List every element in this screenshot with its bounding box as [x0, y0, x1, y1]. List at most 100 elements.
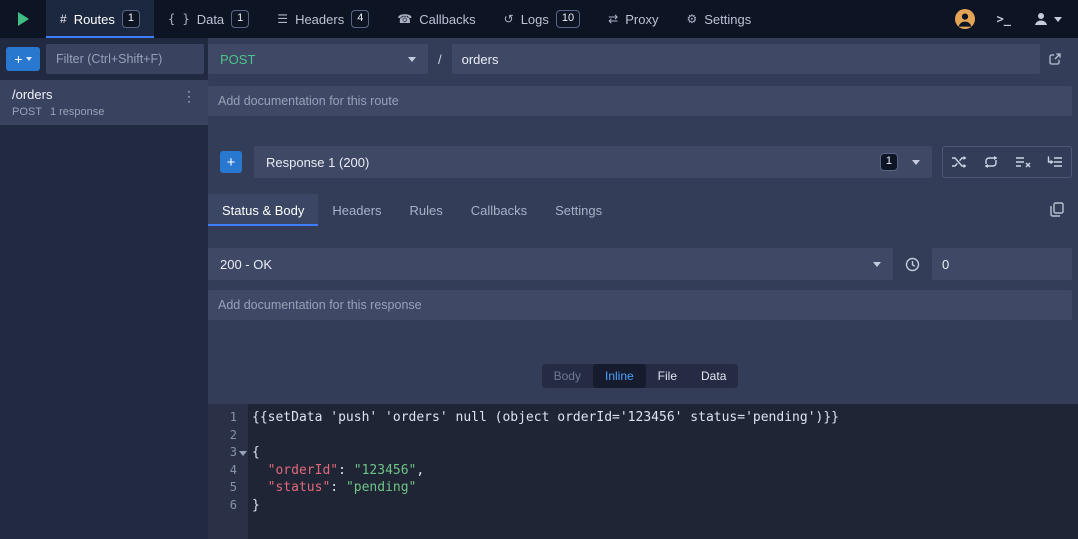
tab-logs-label: Logs — [521, 12, 549, 27]
tab-data[interactable]: { } Data 1 — [154, 0, 263, 38]
status-code-select[interactable]: 200 - OK — [208, 248, 893, 280]
tab-proxy[interactable]: ⇄ Proxy — [594, 0, 672, 38]
route-path: /orders — [12, 87, 178, 102]
command-palette-button[interactable]: >_ — [997, 12, 1011, 26]
json-string: "pending" — [346, 480, 416, 495]
callbacks-icon: ☎ — [397, 12, 412, 26]
add-route-button[interactable]: + — [6, 47, 40, 71]
body-row: /orders POST 1 response ⋮ + Response 1 (… — [0, 80, 1078, 539]
play-icon — [18, 12, 29, 26]
response-row: + Response 1 (200) 1 — [208, 146, 1072, 178]
code-text: { — [252, 445, 260, 460]
route-documentation-input[interactable] — [208, 86, 1072, 116]
code-text: {{setData 'push' 'orders' null (object o… — [252, 410, 839, 425]
route-path-input[interactable] — [452, 44, 1040, 74]
tab-rules[interactable]: Rules — [396, 194, 457, 226]
tab-response-callbacks[interactable]: Callbacks — [457, 194, 541, 226]
tab-headers-label: Headers — [295, 12, 344, 27]
response-mode-group — [942, 146, 1072, 178]
tab-logs[interactable]: ↺ Logs 10 — [490, 0, 595, 38]
fallback-icon — [1047, 155, 1063, 169]
editor-line: 3 { — [208, 444, 1078, 462]
data-icon: { } — [168, 12, 190, 26]
chevron-down-icon — [1054, 17, 1062, 22]
tab-response-settings[interactable]: Settings — [541, 194, 616, 226]
sequential-response-button[interactable] — [975, 147, 1007, 177]
tab-callbacks[interactable]: ☎ Callbacks — [383, 0, 489, 38]
body-mode-file[interactable]: File — [646, 364, 689, 388]
headers-count-badge: 4 — [351, 10, 369, 28]
editor-line: 4 "orderId": "123456", — [208, 462, 1078, 480]
topbar-tabs: # Routes 1 { } Data 1 ☰ Headers 4 ☎ Call… — [46, 0, 765, 38]
status-row: 200 - OK — [208, 248, 1072, 280]
copy-response-button[interactable] — [1042, 194, 1072, 224]
random-response-button[interactable] — [943, 147, 975, 177]
route-panel: + Response 1 (200) 1 — [208, 80, 1078, 539]
line-number: 1 — [208, 409, 248, 427]
plus-icon: + — [227, 155, 236, 170]
tab-headers[interactable]: ☰ Headers 4 — [263, 0, 383, 38]
chevron-down-icon — [408, 57, 416, 62]
fallback-mode-button[interactable] — [1039, 147, 1071, 177]
route-menu-button[interactable]: ⋮ — [178, 87, 200, 105]
response-count-badge: 1 — [880, 153, 898, 171]
account-menu-button[interactable] — [1033, 11, 1062, 27]
account-icon — [1033, 11, 1049, 27]
tab-proxy-label: Proxy — [625, 12, 658, 27]
topbar: # Routes 1 { } Data 1 ☰ Headers 4 ☎ Call… — [0, 0, 1078, 38]
settings-icon: ⚙ — [686, 12, 697, 26]
line-number: 5 — [208, 479, 248, 497]
user-avatar[interactable] — [955, 9, 975, 29]
add-response-button[interactable]: + — [220, 151, 242, 173]
start-server-button[interactable] — [0, 0, 46, 38]
code-text: } — [252, 498, 260, 513]
logs-icon: ↺ — [504, 12, 514, 26]
response-title: Response 1 (200) — [266, 155, 369, 170]
routes-count-badge: 1 — [122, 10, 140, 28]
tab-settings-label: Settings — [704, 12, 751, 27]
terminal-icon: >_ — [997, 12, 1011, 26]
code-text — [252, 463, 268, 478]
method-value: POST — [220, 52, 255, 67]
response-select[interactable]: Response 1 (200) 1 — [254, 146, 932, 178]
body-mode-body[interactable]: Body — [542, 364, 593, 388]
clock-icon — [905, 257, 920, 272]
data-count-badge: 1 — [231, 10, 249, 28]
latency-input[interactable] — [932, 248, 1072, 280]
route-list-item[interactable]: /orders POST 1 response ⋮ — [0, 80, 208, 125]
topbar-right: >_ — [955, 0, 1078, 38]
json-key: "status" — [268, 480, 331, 495]
code-text: : — [330, 480, 346, 495]
logs-count-badge: 10 — [556, 10, 580, 28]
toolbar-row: + POST / — [0, 38, 1078, 80]
line-number-with-fold[interactable]: 3 — [208, 444, 248, 462]
external-link-icon — [1048, 52, 1062, 66]
disable-rules-button[interactable] — [1007, 147, 1039, 177]
chevron-down-icon — [26, 57, 32, 61]
editor-line: 6 } — [208, 497, 1078, 515]
code-text: , — [416, 463, 424, 478]
editor-line: 2 — [208, 427, 1078, 445]
routes-sidebar: /orders POST 1 response ⋮ — [0, 80, 208, 539]
response-body-editor[interactable]: 1 {{setData 'push' 'orders' null (object… — [208, 404, 1078, 539]
latency-clock-button[interactable] — [901, 249, 924, 279]
tab-status-body[interactable]: Status & Body — [208, 194, 318, 226]
body-mode-data[interactable]: Data — [689, 364, 738, 388]
method-select[interactable]: POST — [208, 44, 428, 74]
plus-icon: + — [14, 51, 22, 67]
response-documentation-input[interactable] — [208, 290, 1072, 320]
code-text: : — [338, 463, 354, 478]
route-method: POST — [12, 106, 42, 118]
tab-response-headers[interactable]: Headers — [318, 194, 395, 226]
route-toolbar: POST / — [208, 38, 1078, 80]
shuffle-icon — [951, 155, 967, 169]
tab-settings[interactable]: ⚙ Settings — [672, 0, 765, 38]
body-mode-inline[interactable]: Inline — [593, 364, 646, 388]
code-text — [252, 480, 268, 495]
open-route-in-browser-button[interactable] — [1040, 44, 1070, 74]
chevron-down-icon — [912, 160, 920, 165]
route-filter-input[interactable] — [46, 44, 204, 74]
tab-routes[interactable]: # Routes 1 — [46, 0, 154, 38]
status-code-value: 200 - OK — [220, 257, 272, 272]
line-number: 2 — [208, 427, 248, 445]
